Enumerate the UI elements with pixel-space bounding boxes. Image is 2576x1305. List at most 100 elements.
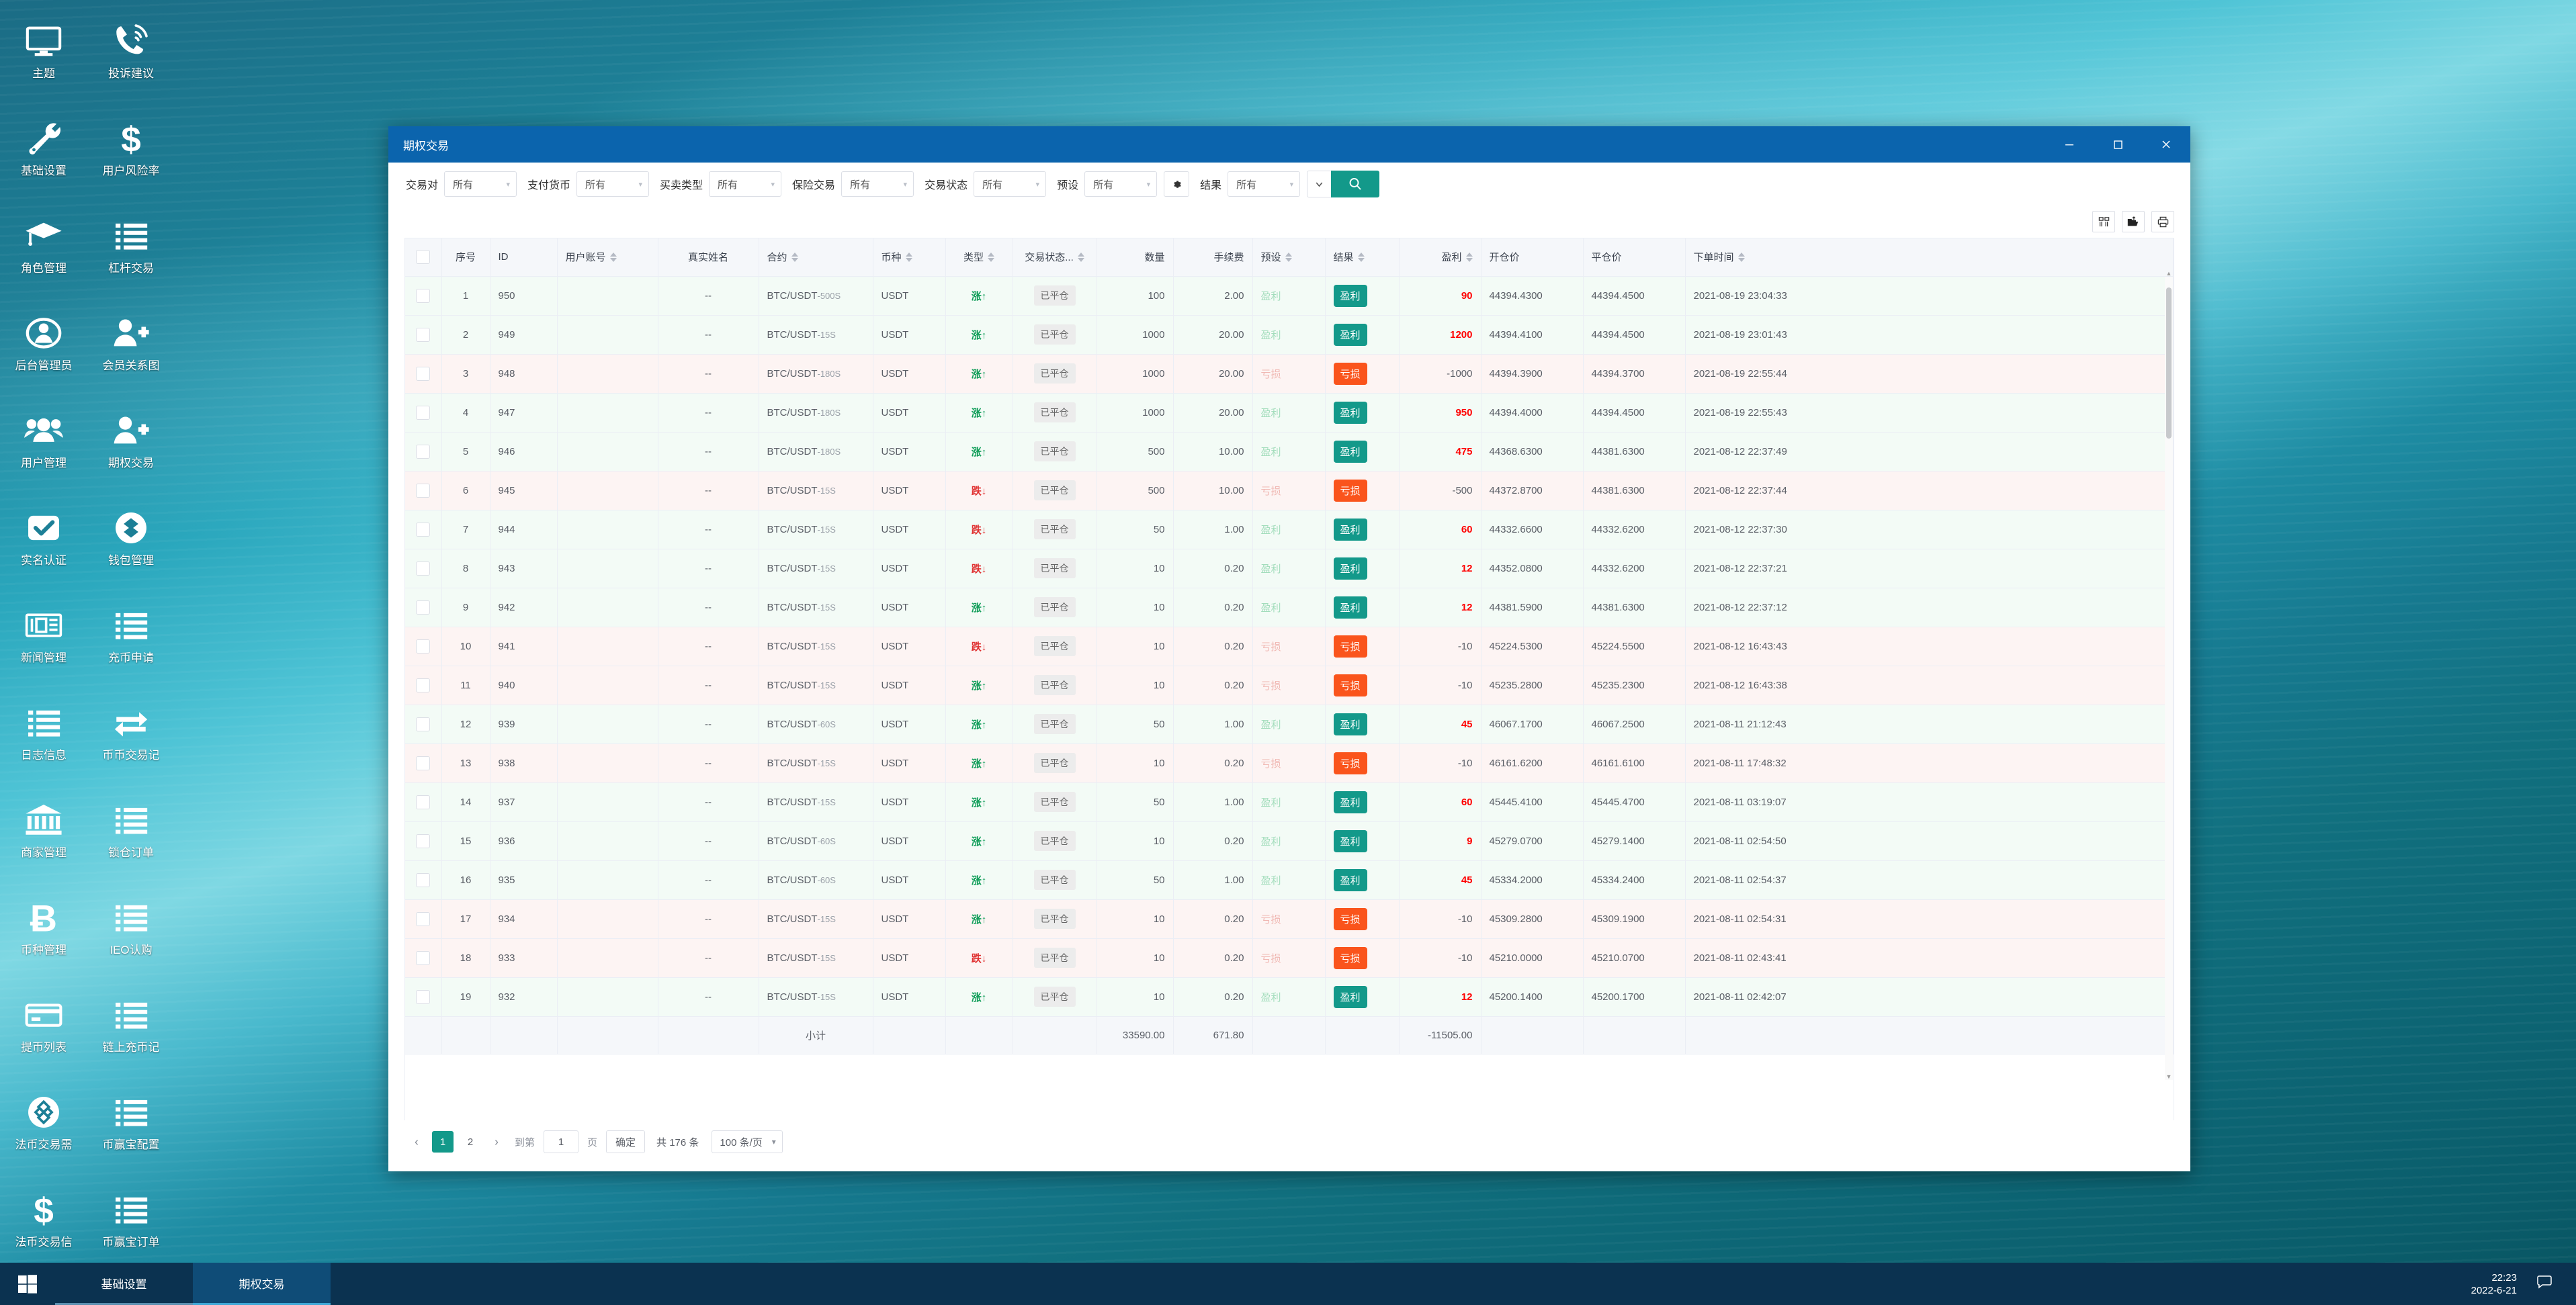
desktop-icon-17[interactable]: 商家管理	[0, 789, 87, 886]
table-row[interactable]: 12 939 -- BTC/USDT-60S USDT 涨↑ 已平仓 50 1.00 盈利 盈利 45…	[405, 705, 2174, 744]
desktop-icon-22[interactable]: 链上充币记	[87, 983, 175, 1081]
taskbar-item-2[interactable]: 期权交易	[193, 1263, 331, 1305]
desktop-icon-16[interactable]: 币币交易记	[87, 691, 175, 789]
scroll-down-arrow[interactable]: ▼	[2165, 1073, 2172, 1080]
sort-icon-account[interactable]	[609, 252, 617, 262]
table-row[interactable]: 10 941 -- BTC/USDT-15S USDT 跌↓ 已平仓 10 0.20 亏损 亏损 -1…	[405, 627, 2174, 666]
filter-select-buy-sell-type[interactable]: 所有 ▾	[709, 171, 782, 197]
desktop-icon-23[interactable]: 法币交易需	[0, 1081, 87, 1178]
desktop-icon-8[interactable]: 会员关系图	[87, 302, 175, 399]
table-row[interactable]: 16 935 -- BTC/USDT-60S USDT 涨↑ 已平仓 50 1.00 盈利 盈利 45…	[405, 860, 2174, 900]
row-checkbox[interactable]	[416, 561, 431, 576]
desktop-icon-20[interactable]: IEO认购	[87, 886, 175, 983]
filter-select-payment-currency[interactable]: 所有 ▾	[576, 171, 650, 197]
page-button-1[interactable]: 1	[432, 1131, 454, 1153]
prev-page-button[interactable]: ‹	[407, 1131, 426, 1153]
sort-icon-profit[interactable]	[1465, 252, 1473, 262]
row-checkbox[interactable]	[416, 600, 431, 615]
desktop-icon-21[interactable]: 提币列表	[0, 983, 87, 1081]
sort-icon-status[interactable]	[1077, 252, 1084, 262]
column-header-time[interactable]: 下单时间	[1685, 238, 2174, 277]
desktop-icon-7[interactable]: 后台管理员	[0, 302, 87, 399]
row-checkbox[interactable]	[416, 989, 431, 1004]
row-checkbox[interactable]	[416, 756, 431, 770]
table-row[interactable]: 4 947 -- BTC/USDT-180S USDT 涨↑ 已平仓 1000 20.00 盈利 盈…	[405, 393, 2174, 433]
filter-select-preset[interactable]: 所有 ▾	[1084, 171, 1158, 197]
print-button[interactable]	[2151, 211, 2174, 232]
desktop-icon-2[interactable]: 投诉建议	[87, 9, 175, 107]
column-header-status[interactable]: 交易状态...	[1013, 238, 1097, 277]
row-checkbox[interactable]	[416, 327, 431, 342]
column-header-profit[interactable]: 盈利	[1399, 238, 1482, 277]
table-row[interactable]: 5 946 -- BTC/USDT-180S USDT 涨↑ 已平仓 500 10.00 盈利 盈利…	[405, 432, 2174, 471]
table-row[interactable]: 11 940 -- BTC/USDT-15S USDT 涨↑ 已平仓 10 0.20 亏损 亏损 -1…	[405, 666, 2174, 705]
row-checkbox[interactable]	[416, 678, 431, 692]
table-row[interactable]: 14 937 -- BTC/USDT-15S USDT 涨↑ 已平仓 50 1.00 盈利 盈利 60…	[405, 782, 2174, 822]
desktop-icon-13[interactable]: 新闻管理	[0, 594, 87, 691]
taskbar-clock[interactable]: 22:23 2022-6-21	[2471, 1271, 2517, 1297]
minimize-button[interactable]	[2045, 126, 2094, 163]
scroll-up-arrow[interactable]: ▲	[2165, 270, 2172, 277]
desktop-icon-5[interactable]: 角色管理	[0, 204, 87, 302]
select-all-checkbox[interactable]	[416, 250, 431, 265]
row-checkbox[interactable]	[416, 522, 431, 537]
column-header-result[interactable]: 结果	[1325, 238, 1400, 277]
filter-select-trading-pair[interactable]: 所有 ▾	[444, 171, 517, 197]
desktop-icon-15[interactable]: 日志信息	[0, 691, 87, 789]
table-row[interactable]: 8 943 -- BTC/USDT-15S USDT 跌↓ 已平仓 10 0.20 盈利 盈利 12 4…	[405, 549, 2174, 588]
table-row[interactable]: 13 938 -- BTC/USDT-15S USDT 涨↑ 已平仓 10 0.20 亏损 亏损 -1…	[405, 744, 2174, 783]
column-header-account[interactable]: 用户账号	[557, 238, 658, 277]
row-checkbox[interactable]	[416, 950, 431, 965]
row-checkbox[interactable]	[416, 639, 431, 654]
export-button[interactable]	[2122, 211, 2145, 232]
row-checkbox[interactable]	[416, 717, 431, 731]
row-checkbox[interactable]	[416, 444, 431, 459]
desktop-icon-25[interactable]: $ 法币交易信	[0, 1178, 87, 1275]
desktop-icon-6[interactable]: 杠杆交易	[87, 204, 175, 302]
search-button[interactable]	[1331, 171, 1380, 197]
desktop-icon-4[interactable]: $ 用户风险率	[87, 107, 175, 204]
row-checkbox[interactable]	[416, 911, 431, 926]
desktop-icon-3[interactable]: 基础设置	[0, 107, 87, 204]
sort-icon-preset[interactable]	[1285, 252, 1292, 262]
table-row[interactable]: 7 944 -- BTC/USDT-15S USDT 跌↓ 已平仓 50 1.00 盈利 盈利 60 4…	[405, 510, 2174, 549]
scrollbar-thumb[interactable]	[2166, 287, 2172, 439]
maximize-button[interactable]	[2094, 126, 2142, 163]
goto-page-input[interactable]	[544, 1130, 579, 1153]
filter-select-insurance-trade[interactable]: 所有 ▾	[841, 171, 914, 197]
table-row[interactable]: 19 932 -- BTC/USDT-15S USDT 涨↑ 已平仓 10 0.20 盈利 盈利 12…	[405, 977, 2174, 1017]
row-checkbox[interactable]	[416, 288, 431, 303]
desktop-icon-11[interactable]: 实名认证	[0, 496, 87, 594]
sort-icon-coin[interactable]	[905, 252, 912, 262]
next-page-button[interactable]: ›	[487, 1131, 506, 1153]
desktop-icon-18[interactable]: 锁仓订单	[87, 789, 175, 886]
table-row[interactable]: 3 948 -- BTC/USDT-180S USDT 涨↑ 已平仓 1000 20.00 亏损 亏…	[405, 354, 2174, 394]
sort-icon-result[interactable]	[1357, 252, 1365, 262]
start-button[interactable]	[0, 1263, 55, 1305]
desktop-icon-10[interactable]: 期权交易	[87, 399, 175, 496]
table-vertical-scrollbar[interactable]: ▲ ▼	[2165, 270, 2173, 1080]
expand-filters-button[interactable]	[1307, 171, 1332, 197]
gear-icon[interactable]	[1164, 171, 1190, 197]
desktop-icon-9[interactable]: 用户管理	[0, 399, 87, 496]
table-row[interactable]: 17 934 -- BTC/USDT-15S USDT 涨↑ 已平仓 10 0.20 亏损 亏损 -1…	[405, 899, 2174, 939]
confirm-page-button[interactable]: 确定	[606, 1130, 646, 1153]
desktop-icon-19[interactable]: Ƀ 币种管理	[0, 886, 87, 983]
table-row[interactable]: 9 942 -- BTC/USDT-15S USDT 涨↑ 已平仓 10 0.20 盈利 盈利 12 4…	[405, 588, 2174, 627]
filter-select-result[interactable]: 所有 ▾	[1228, 171, 1301, 197]
sort-icon-contract[interactable]	[791, 252, 798, 262]
page-button-2[interactable]: 2	[460, 1131, 481, 1153]
desktop-icon-26[interactable]: 币赢宝订单	[87, 1178, 175, 1275]
close-button[interactable]	[2142, 126, 2190, 163]
table-row[interactable]: 1 950 -- BTC/USDT-500S USDT 涨↑ 已平仓 100 2.00 盈利 盈利 9…	[405, 276, 2174, 316]
row-checkbox[interactable]	[416, 366, 431, 381]
row-checkbox[interactable]	[416, 872, 431, 887]
table-row[interactable]: 2 949 -- BTC/USDT-15S USDT 涨↑ 已平仓 1000 20.00 盈利 盈利…	[405, 315, 2174, 355]
row-checkbox[interactable]	[416, 834, 431, 848]
row-checkbox[interactable]	[416, 405, 431, 420]
table-row[interactable]: 18 933 -- BTC/USDT-15S USDT 跌↓ 已平仓 10 0.20 亏损 亏损 -1…	[405, 938, 2174, 978]
desktop-icon-12[interactable]: 钱包管理	[87, 496, 175, 594]
row-checkbox[interactable]	[416, 483, 431, 498]
speech-bubble-icon[interactable]	[2536, 1273, 2553, 1294]
filter-select-trade-status[interactable]: 所有 ▾	[974, 171, 1047, 197]
